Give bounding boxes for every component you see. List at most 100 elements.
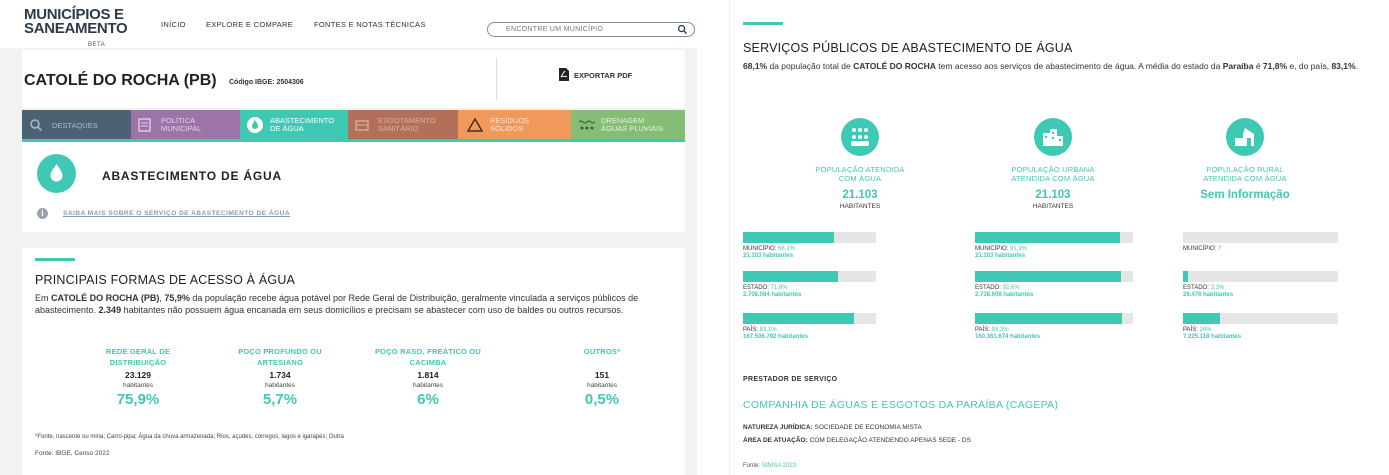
bar-population: 160.361.674 habitantes [975,334,1041,340]
city-buildings-icon [1034,118,1072,156]
nav-explore-compare[interactable]: EXPLORE E COMPARE [206,20,293,29]
right-panel: SERVIÇOS PÚBLICOS DE ABASTECIMENTO DE ÁG… [729,0,1389,475]
bar-scope: PAÍS: [743,327,760,333]
bar-scope: PAÍS: [1183,327,1200,333]
service-column-total: POPULAÇÃO ATENDIDA COM ÁGUA 21.103 HABITA… [770,118,950,211]
bar-percent: 3,3% [1210,285,1225,291]
column-value: 21.103 [842,189,878,201]
comparison-bar [975,313,1133,324]
comparison-bar [743,313,876,324]
label: NATUREZA JURÍDICA: [743,424,813,431]
percent: 68,1% [743,61,768,71]
provider-label: PRESTADOR DE SERVIÇO [743,376,838,383]
bar-label: MUNICÍPIO: 91,9% 21.103 habitantes [975,246,1027,260]
bar-population: 21.103 habitantes [975,253,1026,259]
column-value: 151 [594,370,610,380]
search-input[interactable]: ENCONTRE UM MUNICÍPIO [487,22,695,37]
bar-scope: ESTADO: [975,285,1003,291]
info-icon: i [37,208,48,219]
title-line1: POPULAÇÃO URBANA [1011,165,1095,174]
column-value: 23.129 [125,370,151,380]
title-line2: ATENDIDA COM ÁGUA [1203,174,1287,183]
bar-percent: 71,8% [770,285,788,291]
percent: 75,9% [164,293,190,303]
logo-line2: SANEAMENTO [24,20,128,37]
service-column-rural: POPULAÇÃO RURAL ATENDIDA COM ÁGUA Sem Inf… [1155,118,1335,202]
pdf-icon[interactable] [558,68,570,81]
bar-percent: 83,1% [759,327,777,333]
bar-percent: 91,9% [1010,246,1028,252]
bar-population: 2.738.608 habitantes [975,292,1034,298]
export-pdf-button[interactable]: EXPORTAR PDF [574,71,632,80]
tab-residuos-solidos[interactable]: RESÍDUOS SÓLIDOS [458,110,571,141]
label: ÁREA DE ATUAÇÃO: [743,437,808,444]
tab-drenagem-aguas-pluviais[interactable]: DRENAGEM ÁGUAS PLUVIAIS [571,110,685,141]
bar-label: PAÍS: 24% 7.225.118 habitantes [1183,327,1241,341]
bar-scope: PAÍS: [975,327,992,333]
column-percent: 6% [417,391,439,408]
bar-scope: MUNICÍPIO: [1183,246,1219,252]
access-column: REDE GERAL DE DISTRIBUIÇÃO 23.129 habita… [78,346,198,408]
bar-label: ESTADO: 92,6% 2.738.608 habitantes [975,285,1033,299]
provider-name[interactable]: COMPANHIA DE ÁGUAS E ESGOTOS DA PARAÍBA … [743,399,1058,411]
footnote: *Fonte, nascente ou mina; Carro-pipa; Ág… [35,434,344,440]
tab-politica-municipal[interactable]: POLÍTICA MUNICIPAL [131,110,240,141]
bar-fill [743,313,854,324]
column-unit: HABITANTES [839,203,881,210]
learn-more-link[interactable]: SAIBA MAIS SOBRE O SERVIÇO DE ABASTECIME… [63,210,290,217]
tab-label-line2: DE ÁGUA [270,124,304,133]
bar-scope: MUNICÍPIO: [743,246,779,252]
access-column: POÇO RASO, FREÁTICO OU CACIMBA 1.814 hab… [362,346,494,408]
farm-barn-icon [1226,118,1264,156]
search-icon [30,119,43,132]
column-value: 1.814 [417,370,439,380]
source-note: Fonte: IBGE, Censo 2022 [35,450,110,457]
title-line1: POPULAÇÃO RURAL [1206,165,1284,174]
title-line2: ATENDIDA COM ÁGUA [1011,174,1095,183]
service-area: ÁREA DE ATUAÇÃO: COM DELEGAÇÃO ATENDENDO… [743,437,971,444]
bar-fill [1183,313,1221,324]
bar-scope: ESTADO: [1183,285,1211,291]
source-link[interactable]: SINISA 2023 [762,463,796,469]
access-card: PRINCIPAIS FORMAS DE ACESSO À ÁGUA Em CA… [22,248,685,475]
bar-label: PAÍS: 83,1% 167.506.792 habitantes [743,327,808,341]
bar-percent: 68,1% [778,246,796,252]
legal-nature: NATUREZA JURÍDICA: SOCIEDADE DE ECONOMIA… [743,424,922,431]
category-tabs: DESTAQUES POLÍTICA MUNICIPAL ABASTECIMENT… [22,110,685,141]
column-unit: habitantes [413,382,443,389]
bar-label: MUNICÍPIO: ? [1183,246,1221,253]
text: habitantes não possuem água encanada em … [121,304,624,315]
tab-label: POLÍTICA MUNICIPAL [161,117,201,133]
count: 2.349 [98,304,122,315]
tab-label: ESGOTAMENTO SANITÁRIO [378,117,436,133]
column-percent: 5,7% [262,391,298,408]
column-title: POPULAÇÃO ATENDIDA COM ÁGUA [770,165,950,183]
title-line2: COM ÁGUA [838,174,882,183]
access-column: OUTROS* 151 habitantes 0,5% [542,346,662,408]
nav-inicio[interactable]: INÍCIO [161,20,186,29]
tab-abastecimento-agua[interactable]: ABASTECIMENTO DE ÁGUA [240,110,348,141]
tab-esgotamento-sanitario[interactable]: ESGOTAMENTO SANITÁRIO [348,110,458,141]
search-placeholder: ENCONTRE UM MUNICÍPIO [506,26,604,33]
column-title: POPULAÇÃO RURAL ATENDIDA COM ÁGUA [1155,165,1335,183]
divider [496,58,497,100]
bar-scope: MUNICÍPIO: [975,246,1011,252]
section-title: ABASTECIMENTO DE ÁGUA [102,169,282,183]
bar-population: 2.708.084 habitantes [743,292,802,298]
column-title: REDE GERAL DE DISTRIBUIÇÃO [105,347,171,367]
bar-percent: ? [1218,246,1222,252]
bar-fill [975,232,1121,243]
site-logo[interactable]: MUNICÍPIOS E SANEAMENTO BETA [24,7,128,48]
services-paragraph: 68,1% da população total de CATOLÉ DO RO… [743,61,1368,72]
value: COM DELEGAÇÃO ATENDENDO APENAS SEDE - DS [807,437,971,444]
nav-fontes-notas[interactable]: FONTES E NOTAS TÉCNICAS [314,20,426,29]
search-icon[interactable] [677,24,688,35]
bar-percent: 24% [1199,327,1212,333]
tab-label-line2: MUNICIPAL [161,124,202,133]
ibge-code: Código IBGE: 2504306 [229,79,304,86]
bar-fill [975,313,1123,324]
water-drop-icon [37,154,76,193]
tab-destaques[interactable]: DESTAQUES [22,110,131,141]
tab-label: DRENAGEM ÁGUAS PLUVIAIS [601,117,663,133]
comparison-bar [975,271,1133,282]
